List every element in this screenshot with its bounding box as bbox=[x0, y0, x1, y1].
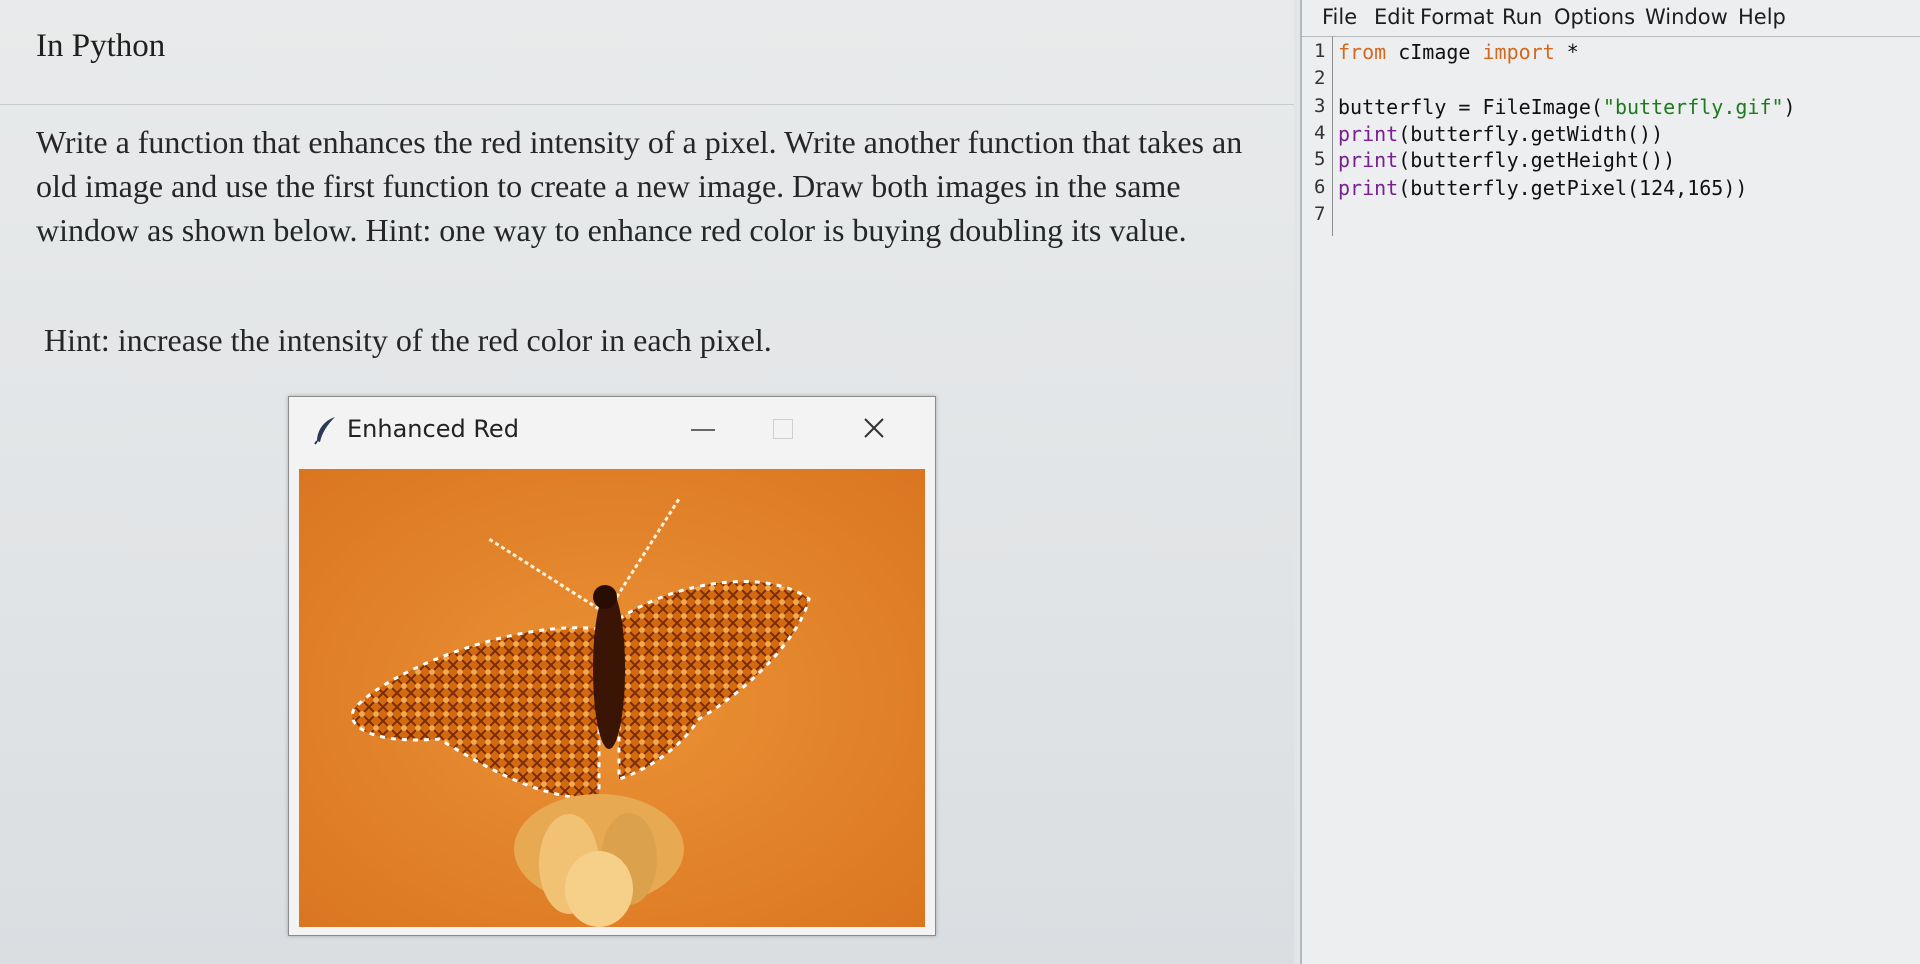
line-number: 2 bbox=[1314, 67, 1326, 89]
code-line[interactable]: butterfly = FileImage("butterfly.gif") bbox=[1338, 95, 1796, 119]
keyword-import: import bbox=[1482, 40, 1555, 64]
code-editor: File Edit Format Run Options Window Help… bbox=[1300, 0, 1920, 964]
window-title: Enhanced Red bbox=[347, 415, 519, 443]
butterfly-image bbox=[299, 469, 925, 927]
menu-file[interactable]: File bbox=[1322, 5, 1357, 29]
question-text: Write a function that enhances the red i… bbox=[36, 124, 1243, 248]
builtin-print: print bbox=[1338, 122, 1399, 146]
string-literal: "butterfly.gif" bbox=[1602, 95, 1784, 119]
line-number: 1 bbox=[1314, 40, 1326, 62]
code-line[interactable]: print(butterfly.getPixel(124,165)) bbox=[1338, 176, 1747, 200]
line-number: 7 bbox=[1314, 203, 1326, 225]
line-number: 4 bbox=[1314, 122, 1326, 144]
question-hint: Hint: increase the intensity of the red … bbox=[44, 322, 772, 358]
builtin-print: print bbox=[1338, 148, 1399, 172]
menu-help[interactable]: Help bbox=[1738, 5, 1786, 29]
keyword-from: from bbox=[1338, 40, 1387, 64]
code-text: (butterfly.getWidth()) bbox=[1398, 122, 1664, 146]
close-icon bbox=[864, 418, 884, 438]
code-line[interactable]: print(butterfly.getHeight()) bbox=[1338, 148, 1675, 172]
code-text: * bbox=[1554, 40, 1579, 64]
enhanced-red-window: Enhanced Red bbox=[288, 396, 936, 936]
menu-edit[interactable]: Edit bbox=[1374, 5, 1415, 29]
code-line[interactable]: from cImage import * bbox=[1338, 40, 1579, 64]
question-title: In Python bbox=[36, 28, 166, 64]
close-button[interactable] bbox=[849, 411, 899, 447]
code-text: cImage bbox=[1386, 40, 1483, 64]
line-number: 3 bbox=[1314, 95, 1326, 117]
line-number: 6 bbox=[1314, 176, 1326, 198]
code-line[interactable]: print(butterfly.getWidth()) bbox=[1338, 122, 1663, 146]
image-canvas bbox=[299, 469, 925, 927]
menu-window[interactable]: Window bbox=[1645, 5, 1728, 29]
question-header: In Python bbox=[0, 0, 1294, 105]
code-text: (butterfly.getHeight()) bbox=[1398, 148, 1676, 172]
feather-icon bbox=[314, 417, 335, 445]
builtin-print: print bbox=[1338, 176, 1399, 200]
code-text: (butterfly.getPixel(124,165)) bbox=[1398, 176, 1748, 200]
maximize-button[interactable] bbox=[759, 411, 809, 447]
minimize-button[interactable] bbox=[679, 411, 729, 447]
menu-format[interactable]: Format bbox=[1420, 5, 1494, 29]
menu-options[interactable]: Options bbox=[1554, 5, 1635, 29]
code-text: butterfly = FileImage( bbox=[1338, 95, 1603, 119]
code-text: ) bbox=[1783, 95, 1796, 119]
line-number: 5 bbox=[1314, 148, 1326, 170]
window-titlebar[interactable]: Enhanced Red bbox=[289, 397, 935, 461]
menu-bar: File Edit Format Run Options Window Help bbox=[1302, 0, 1920, 37]
question-panel: In Python Write a function that enhances… bbox=[0, 0, 1294, 964]
menu-run[interactable]: Run bbox=[1502, 5, 1542, 29]
